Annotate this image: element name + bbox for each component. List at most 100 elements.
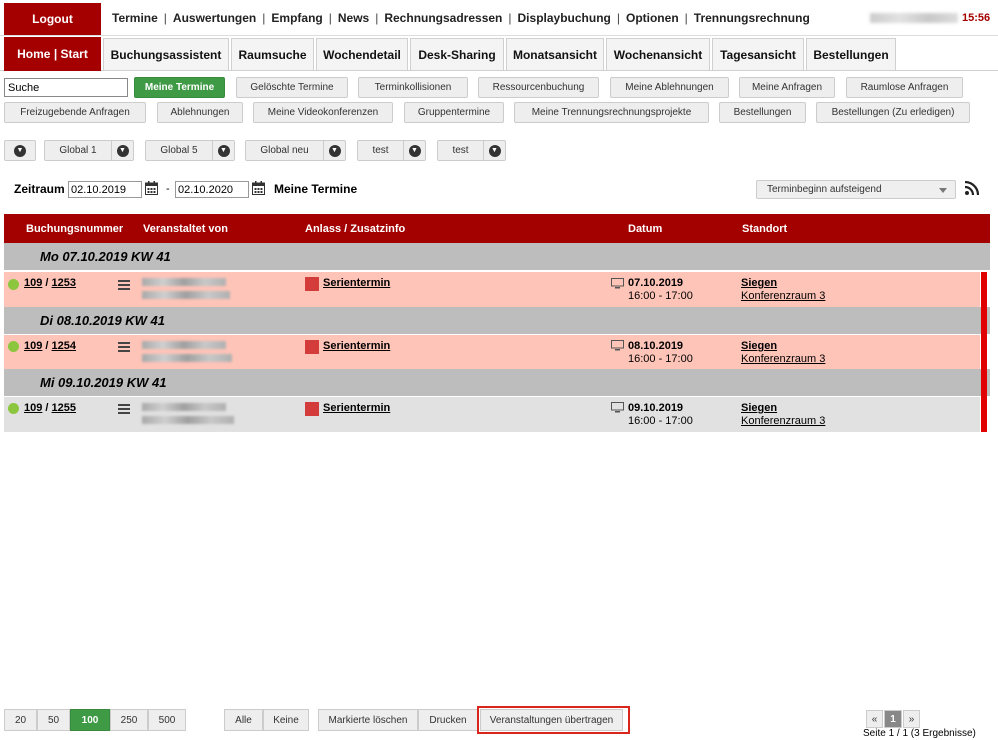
chevron-down-icon[interactable]: ▼	[111, 141, 133, 160]
tab-tagesansicht[interactable]: Tagesansicht	[712, 38, 804, 71]
filter-ressourcenbuchung[interactable]: Ressourcenbuchung	[478, 77, 599, 98]
hamburger-menu-icon[interactable]	[118, 280, 130, 290]
column-veranstaltet-von[interactable]: Veranstaltet von	[143, 223, 228, 235]
rss-feed-icon[interactable]	[965, 181, 979, 195]
nav-separator: |	[616, 11, 620, 25]
page-size-20[interactable]: 20	[4, 709, 37, 731]
booking-id-link[interactable]: 1253	[52, 277, 76, 289]
pager-current-page[interactable]: 1	[884, 710, 902, 728]
filter-bestellungen-zu-erledigen[interactable]: Bestellungen (Zu erledigen)	[816, 102, 970, 123]
location-city-link[interactable]: Siegen	[741, 340, 777, 352]
status-dot-icon	[8, 341, 19, 352]
chevron-down-icon[interactable]: ▼	[403, 141, 425, 160]
booking-series-link[interactable]: 109	[24, 277, 42, 289]
page-size-50[interactable]: 50	[37, 709, 70, 731]
print-button[interactable]: Drucken	[418, 709, 478, 731]
delete-marked-button[interactable]: Markierte löschen	[318, 709, 418, 731]
hamburger-menu-icon[interactable]	[118, 342, 130, 352]
clock: 15:56	[962, 12, 991, 24]
hamburger-menu-icon[interactable]	[118, 404, 130, 414]
time-value: 16:00 - 17:00	[628, 415, 693, 427]
table-row[interactable]: 109 / 1253 Serientermin 07.10.2019 16:00 …	[4, 272, 980, 307]
anlass-link[interactable]: Serientermin	[323, 402, 390, 414]
location-city-link[interactable]: Siegen	[741, 402, 777, 414]
date-cell: 07.10.2019 16:00 - 17:00	[628, 277, 693, 303]
filter-bestellungen[interactable]: Bestellungen	[719, 102, 806, 123]
filter-freizugebende-anfragen[interactable]: Freizugebende Anfragen	[4, 102, 146, 123]
page-size-250[interactable]: 250	[110, 709, 148, 731]
test-dropdown-2[interactable]: test ▼	[437, 140, 506, 161]
filter-ablehnungen[interactable]: Ablehnungen	[157, 102, 243, 123]
transfer-events-button[interactable]: Veranstaltungen übertragen	[480, 709, 623, 731]
filter-terminkollisionen[interactable]: Terminkollisionen	[358, 77, 468, 98]
filter-meine-trennungsrechnungsprojekte[interactable]: Meine Trennungsrechnungsprojekte	[514, 102, 709, 123]
global-dropdown-toggle[interactable]: ▼	[4, 140, 36, 161]
filter-meine-anfragen[interactable]: Meine Anfragen	[739, 77, 835, 98]
pager-prev[interactable]: «	[866, 710, 883, 728]
booking-series-link[interactable]: 109	[24, 340, 42, 352]
nav-rechnungsadressen[interactable]: Rechnungsadressen	[384, 11, 502, 25]
booking-number-separator: /	[45, 340, 49, 352]
tab-raumsuche[interactable]: Raumsuche	[231, 38, 314, 71]
select-none-button[interactable]: Keine	[263, 709, 309, 731]
column-datum[interactable]: Datum	[628, 223, 662, 235]
global-5-dropdown[interactable]: Global 5 ▼	[145, 140, 235, 161]
tab-monatsansicht[interactable]: Monatsansicht	[506, 38, 604, 71]
table-row[interactable]: 109 / 1255 Serientermin 09.10.2019 16:00 …	[4, 397, 980, 432]
table-row[interactable]: 109 / 1254 Serientermin 08.10.2019 16:00 …	[4, 335, 980, 369]
calendar-icon[interactable]	[252, 181, 265, 195]
nav-news[interactable]: News	[338, 11, 369, 25]
tab-desk-sharing[interactable]: Desk-Sharing	[410, 38, 504, 71]
time-value: 16:00 - 17:00	[628, 353, 693, 365]
sort-select[interactable]: Terminbeginn aufsteigend	[756, 180, 956, 199]
calendar-icon[interactable]	[145, 181, 158, 195]
nav-termine[interactable]: Termine	[112, 11, 158, 25]
location-room-link[interactable]: Konferenzraum 3	[741, 290, 825, 302]
tab-wochenansicht[interactable]: Wochenansicht	[606, 38, 710, 71]
page-size-500[interactable]: 500	[148, 709, 186, 731]
nav-auswertungen[interactable]: Auswertungen	[173, 11, 256, 25]
date-from-input[interactable]	[68, 181, 142, 198]
booking-number: 109 / 1255	[24, 402, 76, 414]
location-city-link[interactable]: Siegen	[741, 277, 777, 289]
booking-series-link[interactable]: 109	[24, 402, 42, 414]
location-cell: Siegen Konferenzraum 3	[741, 340, 825, 366]
anlass-link[interactable]: Serientermin	[323, 340, 390, 352]
booking-id-link[interactable]: 1255	[52, 402, 76, 414]
nav-displaybuchung[interactable]: Displaybuchung	[518, 11, 611, 25]
filter-geloeschte-termine[interactable]: Gelöschte Termine	[236, 77, 348, 98]
location-room-link[interactable]: Konferenzraum 3	[741, 353, 825, 365]
tab-bestellungen[interactable]: Bestellungen	[806, 38, 896, 71]
tab-wochendetail[interactable]: Wochendetail	[316, 38, 408, 71]
chevron-down-icon[interactable]: ▼	[323, 141, 345, 160]
booking-number: 109 / 1254	[24, 340, 76, 352]
tab-buchungsassistent[interactable]: Buchungsassistent	[103, 38, 229, 71]
column-anlass[interactable]: Anlass / Zusatzinfo	[305, 223, 405, 235]
tab-home-start[interactable]: Home | Start	[4, 37, 101, 71]
location-room-link[interactable]: Konferenzraum 3	[741, 415, 825, 427]
test-dropdown-1[interactable]: test ▼	[357, 140, 426, 161]
page-size-100[interactable]: 100	[70, 709, 110, 731]
select-all-button[interactable]: Alle	[224, 709, 263, 731]
nav-trennungsrechnung[interactable]: Trennungsrechnung	[694, 11, 810, 25]
pager-next[interactable]: »	[903, 710, 920, 728]
filter-meine-videokonferenzen[interactable]: Meine Videokonferenzen	[253, 102, 393, 123]
search-input[interactable]	[4, 78, 128, 97]
filter-meine-ablehnungen[interactable]: Meine Ablehnungen	[610, 77, 729, 98]
chevron-down-icon[interactable]: ▼	[212, 141, 234, 160]
filter-raumlose-anfragen[interactable]: Raumlose Anfragen	[846, 77, 963, 98]
logout-button[interactable]: Logout	[4, 3, 101, 35]
filter-gruppentermine[interactable]: Gruppentermine	[404, 102, 504, 123]
column-standort[interactable]: Standort	[742, 223, 787, 235]
chevron-down-icon[interactable]: ▼	[483, 141, 505, 160]
booking-id-link[interactable]: 1254	[52, 340, 76, 352]
date-value: 08.10.2019	[628, 340, 684, 352]
global-1-dropdown[interactable]: Global 1 ▼	[44, 140, 134, 161]
date-to-input[interactable]	[175, 181, 249, 198]
filter-meine-termine[interactable]: Meine Termine	[134, 77, 225, 98]
global-neu-dropdown[interactable]: Global neu ▼	[245, 140, 346, 161]
column-buchungsnummer[interactable]: Buchungsnummer	[26, 223, 123, 235]
nav-optionen[interactable]: Optionen	[626, 11, 679, 25]
nav-empfang[interactable]: Empfang	[271, 11, 322, 25]
anlass-link[interactable]: Serientermin	[323, 277, 390, 289]
